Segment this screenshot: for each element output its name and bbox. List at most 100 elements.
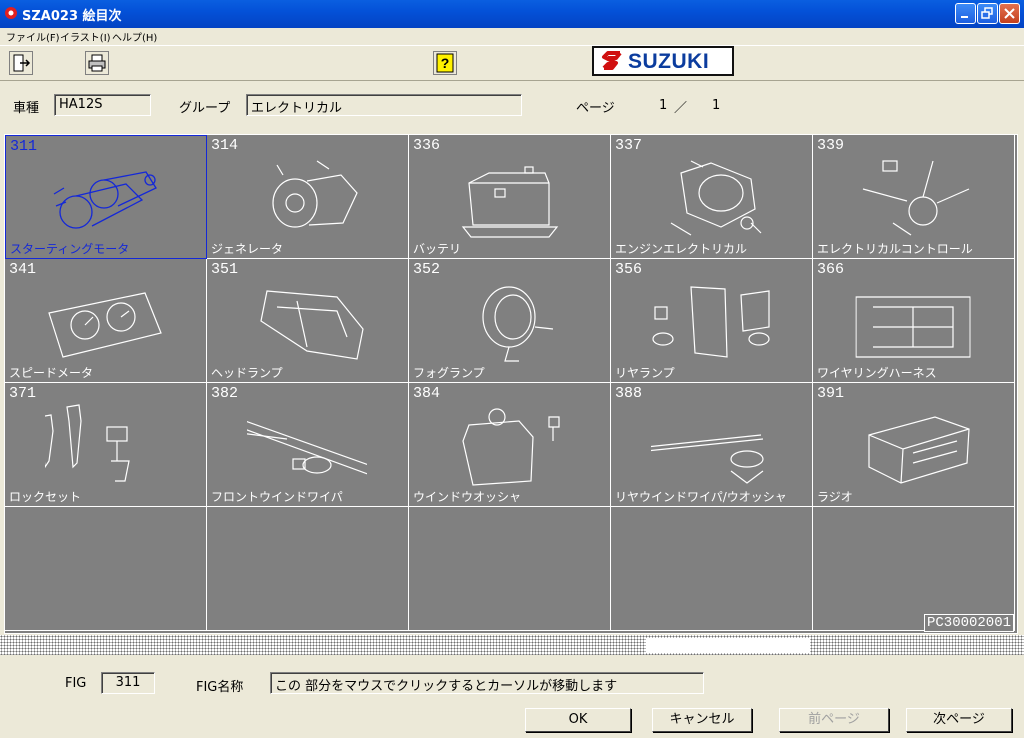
- grid-cell-382[interactable]: 382 フロントウインドワイパ: [207, 383, 409, 507]
- printer-icon: [88, 54, 106, 72]
- cancel-button[interactable]: キャンセル: [652, 708, 752, 732]
- page-total: 1: [712, 98, 721, 113]
- fig-label: FIG: [65, 676, 87, 691]
- figure-name: フロントウインドワイパ: [211, 490, 343, 504]
- grid-cell-341[interactable]: 341 スピードメータ: [5, 259, 207, 383]
- fog-lamp-icon: [482, 286, 554, 362]
- model-label: 車種: [13, 101, 40, 116]
- minimize-button[interactable]: [955, 3, 976, 24]
- next-page-button[interactable]: 次ページ: [906, 708, 1012, 732]
- figure-number: 337: [615, 137, 643, 154]
- grid-cell-339[interactable]: 339 エレクトリカルコントロール: [813, 135, 1015, 259]
- figure-number: 356: [615, 261, 643, 278]
- menu-help[interactable]: ヘルプ(H): [112, 29, 157, 44]
- illustration-grid: 311 スターティングモータ 314 ジェネレータ 336 バッテリ 337 エ…: [4, 134, 1018, 634]
- grid-cell-311[interactable]: 311 スターティングモータ: [5, 135, 207, 259]
- window-title: SZA023 絵目次: [22, 9, 122, 24]
- group-field: エレクトリカル: [246, 94, 522, 116]
- figure-name: ジェネレータ: [211, 242, 284, 256]
- headlamp-icon: [260, 290, 364, 360]
- figure-number: 388: [615, 385, 643, 402]
- battery-icon: [461, 166, 559, 238]
- group-label: グループ: [179, 101, 231, 116]
- grid-cell-314[interactable]: 314 ジェネレータ: [207, 135, 409, 259]
- figure-number: 336: [413, 137, 441, 154]
- grid-cell-empty: [409, 507, 611, 631]
- figure-number: 391: [817, 385, 845, 402]
- generator-icon: [272, 160, 358, 228]
- grid-cell-empty: [611, 507, 813, 631]
- page-code: PC30002001: [923, 614, 1014, 632]
- help-button[interactable]: ?: [433, 51, 457, 75]
- figure-name: リヤウインドワイパ/ウオッシャ: [615, 490, 787, 504]
- figure-name: ロックセット: [9, 490, 82, 504]
- rear-wiper-icon: [651, 434, 764, 484]
- grid-cell-366[interactable]: 366 ワイヤリングハーネス: [813, 259, 1015, 383]
- toolbar: ?: [0, 45, 1024, 81]
- suzuki-s-logo-icon: [602, 51, 622, 70]
- figure-name: スピードメータ: [9, 366, 94, 380]
- figure-name: フォグランプ: [413, 366, 485, 380]
- exit-icon: [13, 54, 31, 72]
- fig-name-label: FIG名称: [196, 680, 244, 695]
- wiring-harness-icon: [855, 296, 971, 358]
- prev-page-button[interactable]: 前ページ: [779, 708, 889, 732]
- title-bar: SZA023 絵目次: [0, 0, 1024, 28]
- figure-name: エンジンエレクトリカル: [615, 242, 748, 256]
- figure-number: 339: [817, 137, 845, 154]
- fig-number-field: 311: [101, 672, 155, 694]
- figure-number: 352: [413, 261, 441, 278]
- restore-button[interactable]: [977, 3, 998, 24]
- page-current: 1: [659, 98, 668, 113]
- menu-file[interactable]: ファイル(F): [6, 29, 60, 44]
- grid-cell-empty: [5, 507, 207, 631]
- menu-illust[interactable]: イラスト(I): [60, 29, 111, 44]
- grid-cell-352[interactable]: 352 フォグランプ: [409, 259, 611, 383]
- washer-tank-icon: [462, 408, 560, 486]
- grid-cell-388[interactable]: 388 リヤウインドワイパ/ウオッシャ: [611, 383, 813, 507]
- grid-cell-391[interactable]: 391 ラジオ: [813, 383, 1015, 507]
- model-field: HA12S: [54, 94, 151, 116]
- distributor-icon: [670, 160, 762, 236]
- figure-number: 382: [211, 385, 239, 402]
- page-separator: ／: [674, 101, 688, 116]
- grid-cell-356[interactable]: 356 リヤランプ: [611, 259, 813, 383]
- menu-bar: ファイル(F) イラスト(I) ヘルプ(H): [0, 28, 1024, 44]
- grid-cell-empty: [813, 507, 1015, 631]
- figure-number: 351: [211, 261, 239, 278]
- logo-text: SUZUKI: [628, 50, 710, 73]
- front-wiper-icon: [247, 421, 367, 475]
- figure-number: 314: [211, 137, 239, 154]
- svg-text:?: ?: [441, 55, 450, 71]
- figure-number: 311: [10, 138, 38, 155]
- exit-button[interactable]: [9, 51, 33, 75]
- print-button[interactable]: [85, 51, 109, 75]
- scrollbar-thumb[interactable]: [646, 638, 810, 653]
- grid-cell-371[interactable]: 371 ロックセット: [5, 383, 207, 507]
- starter-motor-icon: [53, 171, 157, 229]
- horizontal-scrollbar[interactable]: [0, 635, 1024, 655]
- grid-cell-384[interactable]: 384 ウインドウオッシャ: [409, 383, 611, 507]
- close-button[interactable]: [999, 3, 1020, 24]
- key-lock-icon: [45, 404, 130, 482]
- help-question-icon: ?: [436, 53, 454, 73]
- grid-cell-empty: [207, 507, 409, 631]
- figure-number: 341: [9, 261, 37, 278]
- ok-button[interactable]: OK: [525, 708, 631, 732]
- app-icon: [5, 7, 17, 19]
- radio-icon: [868, 416, 970, 484]
- figure-name: ラジオ: [817, 490, 853, 504]
- grid-cell-336[interactable]: 336 バッテリ: [409, 135, 611, 259]
- figure-number: 371: [9, 385, 37, 402]
- figure-name: バッテリ: [413, 242, 462, 256]
- page-label: ページ: [576, 101, 615, 116]
- figure-name: ワイヤリングハーネス: [817, 366, 937, 380]
- combination-switch-icon: [862, 160, 970, 236]
- grid-cell-351[interactable]: 351 ヘッドランプ: [207, 259, 409, 383]
- figure-name: ヘッドランプ: [211, 366, 283, 380]
- figure-name: スターティングモータ: [10, 242, 130, 256]
- speedometer-icon: [48, 292, 162, 358]
- figure-name: ウインドウオッシャ: [413, 490, 522, 504]
- figure-number: 384: [413, 385, 441, 402]
- grid-cell-337[interactable]: 337 エンジンエレクトリカル: [611, 135, 813, 259]
